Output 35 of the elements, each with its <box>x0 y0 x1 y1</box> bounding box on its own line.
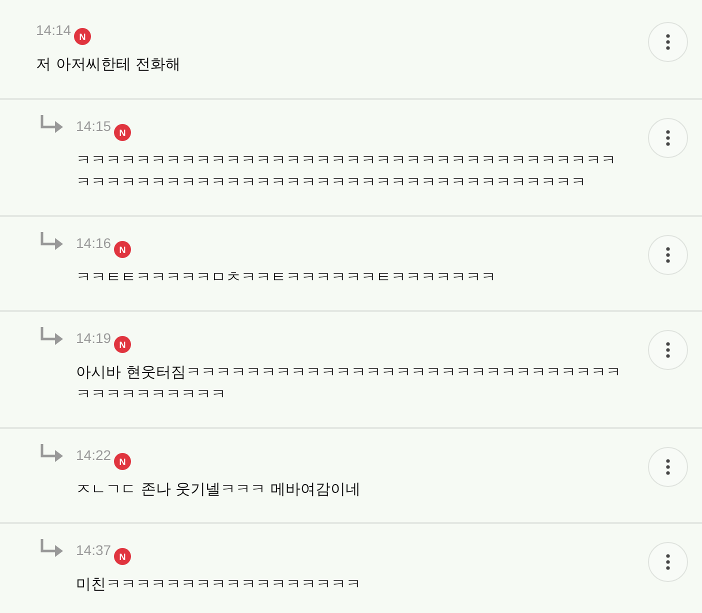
comment-time: 14:37 <box>76 542 112 558</box>
new-badge: N <box>114 548 132 565</box>
new-badge: N <box>114 336 132 353</box>
reply-arrow-icon <box>38 114 64 136</box>
more-icon <box>666 130 670 146</box>
more-icon <box>666 34 670 50</box>
new-badge: N <box>114 124 132 141</box>
more-options-button[interactable] <box>648 235 688 275</box>
more-options-button[interactable] <box>648 542 688 582</box>
more-icon <box>666 247 670 263</box>
reply-arrow-icon <box>38 443 64 465</box>
more-icon <box>666 342 670 358</box>
new-badge: N <box>74 28 92 45</box>
comment-time: 14:22 <box>76 447 112 463</box>
comment-text: 아시바 현웃터짐ㅋㅋㅋㅋㅋㅋㅋㅋㅋㅋㅋㅋㅋㅋㅋㅋㅋㅋㅋㅋㅋㅋㅋㅋㅋㅋㅋㅋㅋㅋㅋㅋㅋㅋㅋㅋㅋㅋㅋ <box>76 362 621 405</box>
comment-text: ㅋㅋㅌㅌㅋㅋㅋㅋㅋㅁㅊㅋㅋㅌㅋㅋㅋㅋㅋㅋㅌㅋㅋㅋㅋㅋㅋㅋ <box>76 267 497 288</box>
more-options-button[interactable] <box>648 330 688 370</box>
comment-time: 14:19 <box>76 330 112 346</box>
more-options-button[interactable] <box>648 447 688 487</box>
more-icon <box>666 554 670 570</box>
reply-arrow-icon <box>38 326 64 348</box>
more-options-button[interactable] <box>648 22 688 62</box>
comment-text: ㅋㅋㅋㅋㅋㅋㅋㅋㅋㅋㅋㅋㅋㅋㅋㅋㅋㅋㅋㅋㅋㅋㅋㅋㅋㅋㅋㅋㅋㅋㅋㅋㅋㅋㅋㅋㅋㅋㅋㅋㅋㅋㅋㅋㅋㅋㅋㅋㅋㅋㅋㅋㅋㅋㅋㅋㅋㅋㅋㅋㅋㅋㅋㅋㅋㅋㅋㅋㅋㅋ <box>76 150 617 193</box>
new-badge: N <box>114 241 132 258</box>
reply-arrow-icon <box>38 231 64 253</box>
reply-arrow-icon <box>38 538 64 560</box>
comment-text: ㅈㄴㄱㄷ 존나 웃기넬ㅋㅋㅋ 메바여감이네 <box>76 479 362 500</box>
comment-time: 14:14 <box>36 22 72 38</box>
comment-text: 저 아저씨한테 전화해 <box>36 54 182 75</box>
new-badge: N <box>114 453 132 470</box>
comment-text: 미친ㅋㅋㅋㅋㅋㅋㅋㅋㅋㅋㅋㅋㅋㅋㅋㅋㅋ <box>76 574 362 595</box>
more-options-button[interactable] <box>648 118 688 158</box>
comment-time: 14:15 <box>76 118 112 134</box>
comment-time: 14:16 <box>76 235 112 251</box>
more-icon <box>666 459 670 475</box>
